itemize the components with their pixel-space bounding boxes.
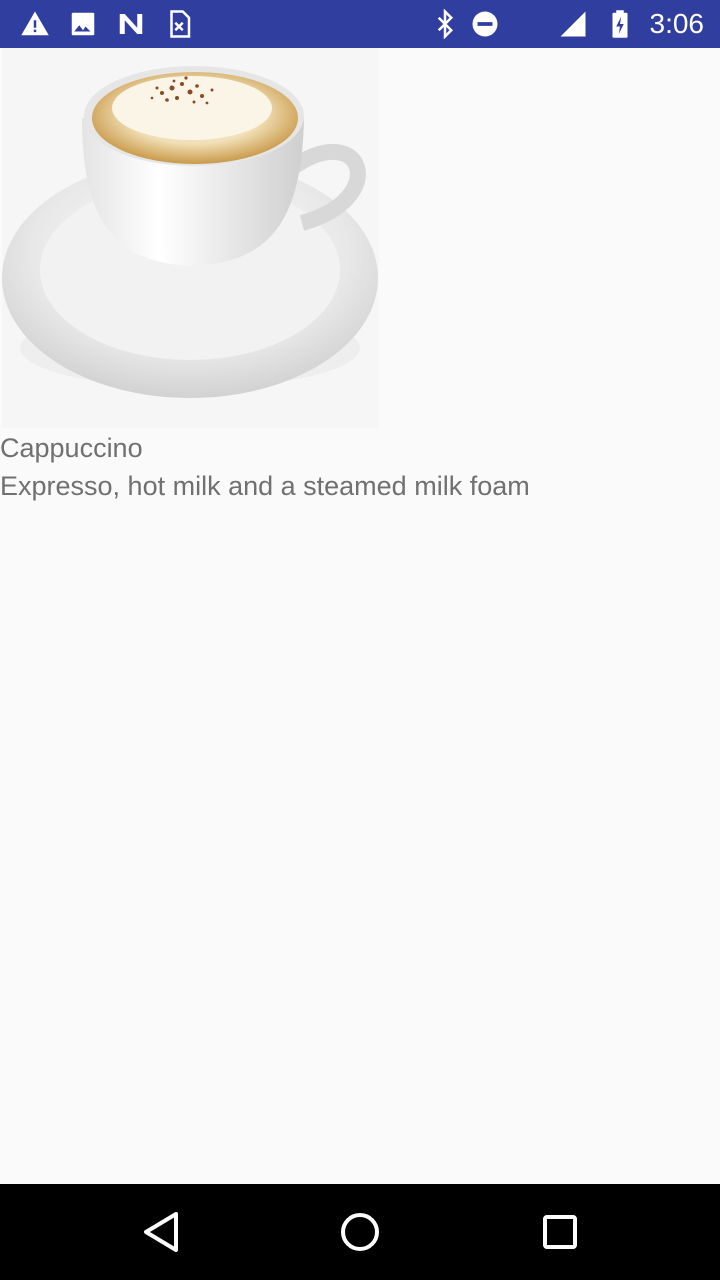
product-detail: Cappuccino Expresso, hot milk and a stea…	[0, 48, 720, 1184]
status-time: 3:06	[649, 8, 705, 39]
do-not-disturb-icon	[470, 9, 500, 39]
cappuccino-cup-image	[2, 48, 379, 428]
battery-charging-icon	[605, 9, 635, 39]
bluetooth-icon	[430, 9, 460, 39]
image-icon	[68, 9, 98, 39]
home-icon[interactable]	[332, 1204, 388, 1260]
sim-card-icon	[164, 9, 194, 39]
recents-icon[interactable]	[532, 1204, 588, 1260]
status-bar: 3:06	[0, 0, 720, 48]
product-description: Expresso, hot milk and a steamed milk fo…	[0, 471, 530, 501]
n-logo-icon	[116, 9, 146, 39]
navigation-bar	[0, 1184, 720, 1280]
product-name: Cappuccino	[0, 433, 143, 463]
warning-icon	[20, 9, 50, 39]
signal-icon	[558, 9, 588, 39]
back-icon[interactable]	[132, 1204, 188, 1260]
